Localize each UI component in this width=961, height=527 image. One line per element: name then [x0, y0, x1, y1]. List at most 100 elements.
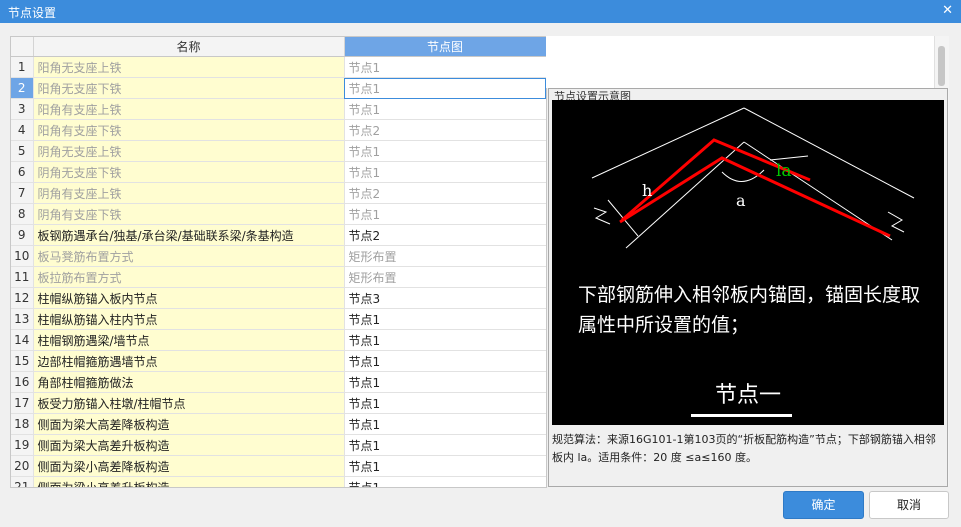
row-number: 14: [11, 329, 34, 351]
table-header-row: 名称 节点图: [11, 37, 546, 57]
row-name-cell: 侧面为梁小高差降板构造: [33, 455, 345, 477]
break-mark-right: [887, 211, 905, 233]
row-number: 15: [11, 350, 34, 372]
row-node-cell[interactable]: 节点2: [344, 182, 546, 204]
row-name-cell: 阳角有支座上铁: [33, 98, 345, 120]
ok-button[interactable]: 确定: [783, 491, 864, 519]
break-mark-left: [593, 207, 611, 225]
row-number: 3: [11, 98, 34, 120]
row-node-cell[interactable]: 节点1: [344, 371, 546, 393]
table-row[interactable]: 5 阴角无支座上铁 节点1: [11, 140, 546, 162]
node-title: 节点一: [714, 383, 781, 408]
table-row[interactable]: 15 边部柱帽箍筋遇墙节点 节点1: [11, 350, 546, 372]
row-name-cell: 阳角无支座下铁: [33, 77, 345, 99]
row-name-cell: 阴角有支座下铁: [33, 203, 345, 225]
table-row[interactable]: 17 板受力筋锚入柱墩/柱帽节点 节点1: [11, 392, 546, 414]
row-number-header: [11, 37, 34, 57]
row-node-cell[interactable]: 节点1: [344, 392, 546, 414]
row-name-cell: 阳角无支座上铁: [33, 56, 345, 78]
node-settings-table: 名称 节点图 1 阳角无支座上铁 节点1 2 阳角无支座下铁 节点1 3 阳角有支座上铁 节点1…: [10, 36, 547, 488]
label-la: la: [776, 161, 792, 181]
title-bar: 节点设置 ✕: [0, 0, 961, 23]
rebar-lower: [619, 156, 891, 238]
table-row[interactable]: 12 柱帽纵筋锚入板内节点 节点3: [11, 287, 546, 309]
node-preview-panel: 节点设置示意图 h la a 下部钢筋伸入相邻板内锚固，锚固长度取属性中所设置的…: [548, 88, 948, 487]
row-node-cell[interactable]: 节点1: [344, 140, 546, 162]
row-node-cell[interactable]: 节点1: [344, 329, 546, 351]
row-number: 16: [11, 371, 34, 393]
row-name-cell: 侧面为梁大高差升板构造: [33, 434, 345, 456]
row-node-cell[interactable]: 节点1: [344, 350, 546, 372]
row-number: 1: [11, 56, 34, 78]
table-row[interactable]: 13 柱帽纵筋锚入柱内节点 节点1: [11, 308, 546, 330]
row-name-cell: 边部柱帽箍筋遇墙节点: [33, 350, 345, 372]
row-node-cell[interactable]: 节点2: [344, 224, 546, 246]
row-number: 10: [11, 245, 34, 267]
table-row[interactable]: 20 侧面为梁小高差降板构造 节点1: [11, 455, 546, 477]
row-node-cell[interactable]: 节点1: [344, 56, 546, 78]
scrollbar-thumb[interactable]: [938, 46, 945, 86]
row-name-cell: 阴角无支座上铁: [33, 140, 345, 162]
table-row[interactable]: 10 板马凳筋布置方式 矩形布置: [11, 245, 546, 267]
row-node-cell[interactable]: 节点1: [344, 455, 546, 477]
table-row[interactable]: 1 阳角无支座上铁 节点1: [11, 56, 546, 78]
table-row[interactable]: 19 侧面为梁大高差升板构造 节点1: [11, 434, 546, 456]
cancel-button[interactable]: 取消: [869, 491, 949, 519]
table-row[interactable]: 8 阴角有支座下铁 节点1: [11, 203, 546, 225]
column-header-name[interactable]: 名称: [33, 37, 345, 57]
node-description: 下部钢筋伸入相邻板内锚固，锚固长度取属性中所设置的值；: [578, 284, 921, 336]
table-row[interactable]: 2 阳角无支座下铁 节点1: [11, 77, 546, 99]
row-number: 4: [11, 119, 34, 141]
row-number: 9: [11, 224, 34, 246]
table-row[interactable]: 21 侧面为梁小高差升板构造 节点1: [11, 476, 546, 487]
row-number: 17: [11, 392, 34, 414]
row-node-cell[interactable]: 节点1: [344, 434, 546, 456]
table-row[interactable]: 11 板拉筋布置方式 矩形布置: [11, 266, 546, 288]
row-number: 2: [11, 77, 34, 99]
table-empty-area: [546, 36, 934, 88]
row-node-cell[interactable]: 节点1: [344, 308, 546, 330]
row-number: 5: [11, 140, 34, 162]
row-name-cell: 柱帽纵筋锚入柱内节点: [33, 308, 345, 330]
table-row[interactable]: 3 阳角有支座上铁 节点1: [11, 98, 546, 120]
row-name-cell: 柱帽纵筋锚入板内节点: [33, 287, 345, 309]
table-row[interactable]: 14 柱帽钢筋遇梁/墙节点 节点1: [11, 329, 546, 351]
row-name-cell: 角部柱帽箍筋做法: [33, 371, 345, 393]
row-name-cell: 板受力筋锚入柱墩/柱帽节点: [33, 392, 345, 414]
row-node-cell[interactable]: 节点1: [344, 161, 546, 183]
row-number: 21: [11, 476, 34, 487]
row-name-cell: 阴角有支座上铁: [33, 182, 345, 204]
row-name-cell: 阴角无支座下铁: [33, 161, 345, 183]
row-name-cell: 侧面为梁小高差升板构造: [33, 476, 345, 487]
row-number: 19: [11, 434, 34, 456]
row-name-cell: 板拉筋布置方式: [33, 266, 345, 288]
column-header-node-diagram[interactable]: 节点图: [344, 37, 546, 57]
row-node-cell[interactable]: 矩形布置: [344, 245, 546, 267]
table-row[interactable]: 7 阴角有支座上铁 节点2: [11, 182, 546, 204]
row-number: 13: [11, 308, 34, 330]
table-row[interactable]: 9 板钢筋遇承台/独基/承台梁/基础联系梁/条基构造 节点2: [11, 224, 546, 246]
la-dimension-line: [769, 155, 809, 161]
row-number: 11: [11, 266, 34, 288]
label-h: h: [642, 181, 652, 200]
close-icon[interactable]: ✕: [942, 3, 953, 19]
table-row[interactable]: 4 阳角有支座下铁 节点2: [11, 119, 546, 141]
row-name-cell: 柱帽钢筋遇梁/墙节点: [33, 329, 345, 351]
row-name-cell: 侧面为梁大高差降板构造: [33, 413, 345, 435]
row-node-cell[interactable]: 节点1: [344, 203, 546, 225]
row-number: 6: [11, 161, 34, 183]
row-node-cell[interactable]: 节点1: [344, 77, 546, 99]
table-row[interactable]: 18 侧面为梁大高差降板构造 节点1: [11, 413, 546, 435]
row-node-cell[interactable]: 节点1: [344, 476, 546, 487]
row-number: 18: [11, 413, 34, 435]
table-row[interactable]: 16 角部柱帽箍筋做法 节点1: [11, 371, 546, 393]
row-node-cell[interactable]: 节点3: [344, 287, 546, 309]
row-node-cell[interactable]: 矩形布置: [344, 266, 546, 288]
row-node-cell[interactable]: 节点2: [344, 119, 546, 141]
row-number: 20: [11, 455, 34, 477]
row-node-cell[interactable]: 节点1: [344, 413, 546, 435]
rule-note: 规范算法：来源16G101-1第103页的“折板配筋构造”节点；下部钢筋锚入相邻…: [552, 433, 936, 464]
table-row[interactable]: 6 阴角无支座下铁 节点1: [11, 161, 546, 183]
row-name-cell: 板钢筋遇承台/独基/承台梁/基础联系梁/条基构造: [33, 224, 345, 246]
row-node-cell[interactable]: 节点1: [344, 98, 546, 120]
